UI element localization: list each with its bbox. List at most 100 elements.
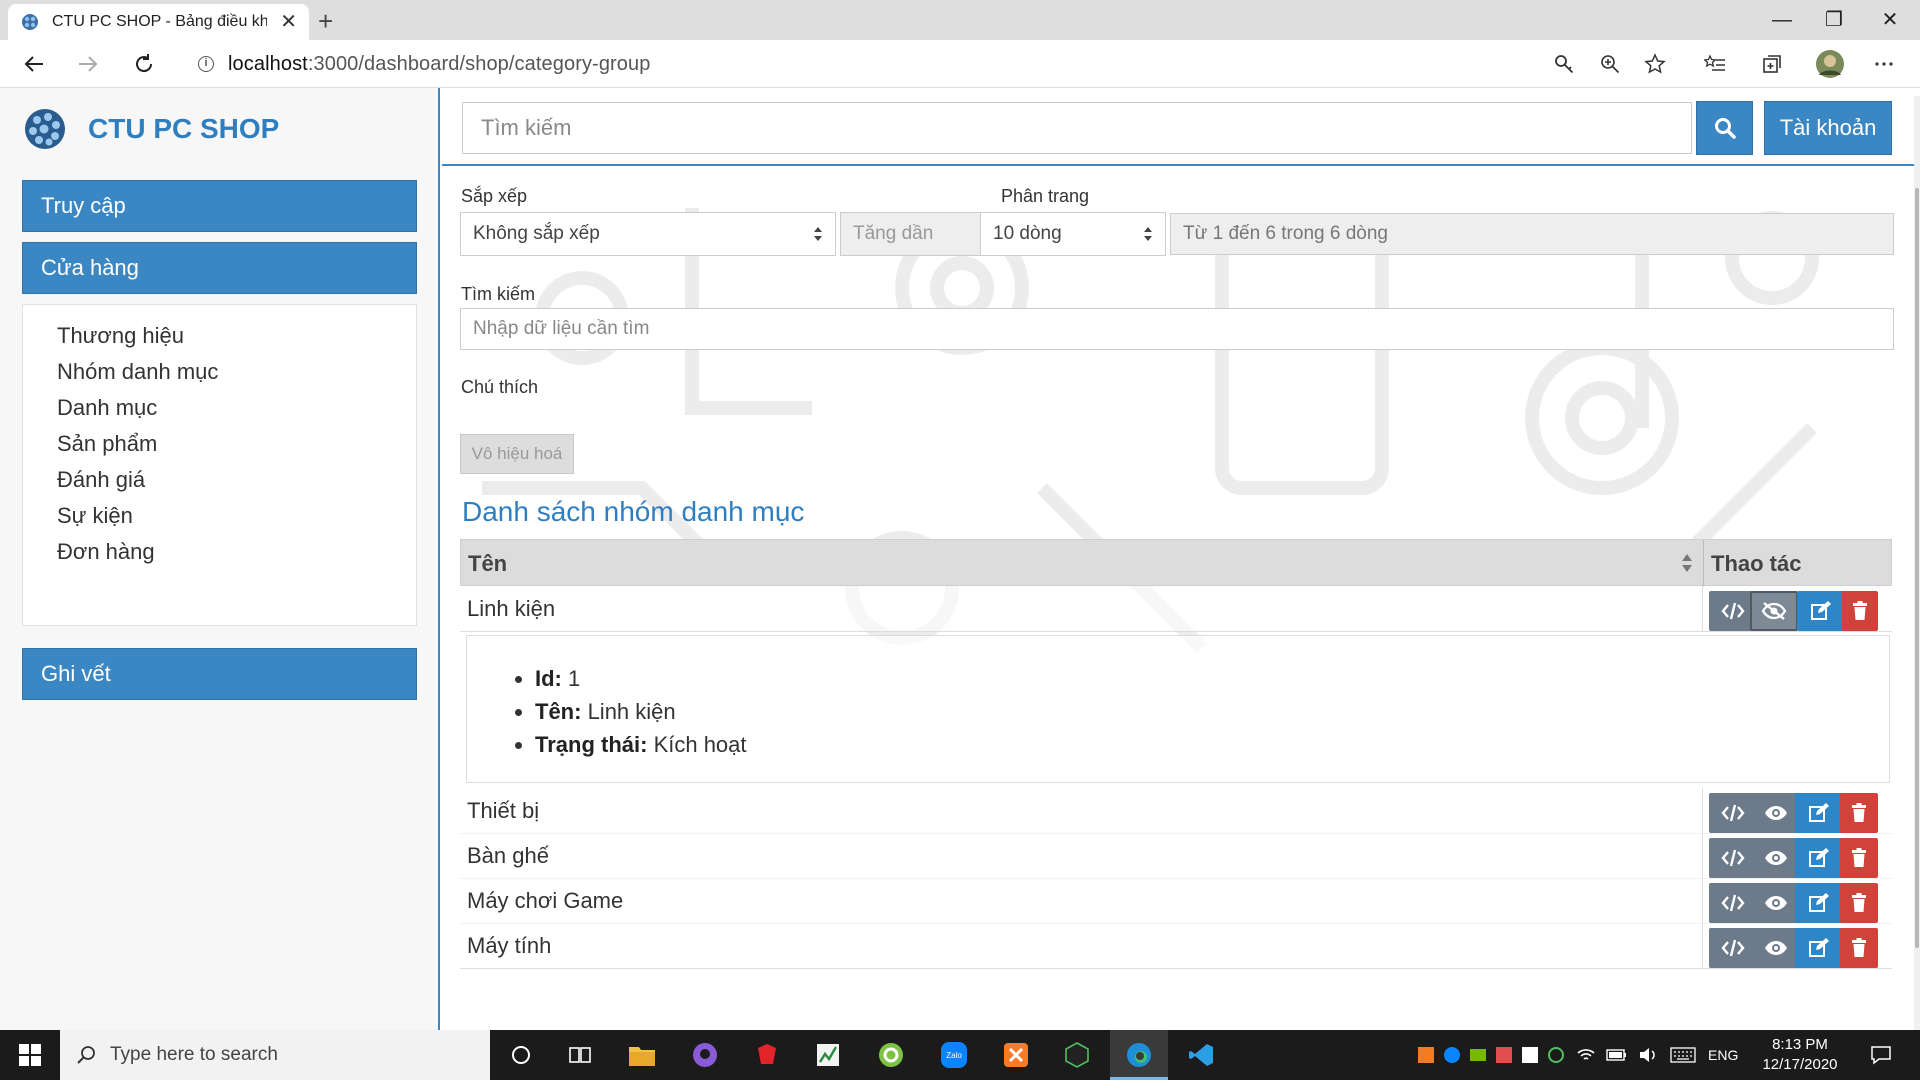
cortana-icon[interactable] <box>506 1040 536 1070</box>
sidebar-access-button[interactable]: Truy cập <box>22 180 417 232</box>
zoom-icon[interactable] <box>1598 52 1622 76</box>
delete-button[interactable] <box>1840 928 1878 968</box>
view-button[interactable] <box>1752 928 1800 968</box>
edit-icon <box>1811 601 1831 620</box>
trash-icon <box>1852 938 1866 957</box>
notification-icon[interactable] <box>1866 1040 1896 1070</box>
github-icon[interactable] <box>690 1040 720 1070</box>
browser-tab[interactable]: CTU PC SHOP - Bảng điều khiển ✕ <box>8 4 309 40</box>
edit-button[interactable] <box>1795 883 1843 923</box>
refresh-icon[interactable] <box>128 48 160 80</box>
volume-icon[interactable] <box>1638 1047 1658 1063</box>
view-button[interactable] <box>1752 883 1800 923</box>
delete-button[interactable] <box>1840 838 1878 878</box>
task-view-icon[interactable] <box>565 1040 595 1070</box>
table-row[interactable]: Thiết bị <box>460 788 1892 834</box>
delete-button[interactable] <box>1840 883 1878 923</box>
collections-icon[interactable] <box>1760 52 1784 76</box>
sidebar-log-button[interactable]: Ghi vết <box>22 648 417 700</box>
edit-button[interactable] <box>1795 928 1843 968</box>
vscode-icon[interactable] <box>1186 1040 1216 1070</box>
site-info-icon[interactable]: i <box>198 56 214 72</box>
close-window-icon[interactable]: ✕ <box>1870 6 1910 34</box>
sort-select[interactable]: Không sắp xếp <box>460 212 836 256</box>
view-button[interactable] <box>1752 838 1800 878</box>
profile-avatar[interactable] <box>1815 49 1845 79</box>
windows-taskbar: Type here to search Zalo ENG 8:13 PM 12/… <box>0 1030 1920 1080</box>
sidebar-item-event[interactable]: Sự kiện <box>57 503 133 529</box>
close-tab-icon[interactable]: ✕ <box>280 12 297 32</box>
sort-icon[interactable] <box>1681 552 1693 574</box>
code-button[interactable] <box>1709 928 1757 968</box>
hide-button[interactable] <box>1750 591 1798 631</box>
taskbar-search[interactable]: Type here to search <box>60 1030 490 1080</box>
global-search-button[interactable] <box>1696 101 1753 155</box>
favorites-list-icon[interactable] <box>1703 52 1727 76</box>
table-row[interactable]: Bàn ghế <box>460 833 1892 879</box>
sidebar-item-product[interactable]: Sản phẩm <box>57 431 157 457</box>
code-button[interactable] <box>1709 793 1757 833</box>
paging-select[interactable]: 10 dòng <box>980 212 1166 256</box>
brand[interactable]: CTU PC SHOP <box>22 106 279 152</box>
sidebar-item-brand[interactable]: Thương hiệu <box>57 323 184 349</box>
edge-icon[interactable] <box>1124 1040 1154 1070</box>
taskbar-clock[interactable]: 8:13 PM 12/17/2020 <box>1760 1035 1840 1075</box>
sidebar-item-review[interactable]: Đánh giá <box>57 467 145 493</box>
minimize-icon[interactable]: — <box>1762 6 1802 34</box>
zalo-icon[interactable]: Zalo <box>939 1040 969 1070</box>
more-options-icon[interactable] <box>1872 52 1896 76</box>
delete-button[interactable] <box>1842 591 1878 631</box>
view-button[interactable] <box>1752 793 1800 833</box>
zalo-tray-icon[interactable] <box>1444 1047 1460 1063</box>
table-row[interactable]: Máy chơi Game <box>460 878 1892 924</box>
row-name: Bàn ghế <box>467 843 549 868</box>
new-tab-button[interactable]: + <box>318 6 333 37</box>
ccleaner-icon[interactable] <box>876 1040 906 1070</box>
search-field[interactable]: Nhập dữ liệu cần tìm <box>460 308 1894 350</box>
favorite-star-icon[interactable] <box>1643 52 1667 76</box>
row-name: Thiết bị <box>467 798 540 823</box>
code-button[interactable] <box>1709 838 1757 878</box>
key-icon[interactable] <box>1552 52 1576 76</box>
global-search-input[interactable]: Tìm kiếm <box>462 102 1692 154</box>
garena-icon[interactable] <box>752 1040 782 1070</box>
site-favicon-icon <box>22 14 38 30</box>
xampp-tray-icon[interactable] <box>1418 1047 1434 1063</box>
language-indicator[interactable]: ENG <box>1708 1047 1738 1063</box>
sidebar-item-category[interactable]: Danh mục <box>57 395 157 421</box>
scrollbar-thumb[interactable] <box>1915 188 1919 948</box>
edit-button[interactable] <box>1797 591 1845 631</box>
sidebar-item-order[interactable]: Đơn hàng <box>57 539 155 565</box>
edit-icon <box>1809 893 1829 912</box>
forward-icon[interactable] <box>72 48 104 80</box>
edit-button[interactable] <box>1795 838 1843 878</box>
delete-button[interactable] <box>1840 793 1878 833</box>
address-bar[interactable]: i localhost:3000/dashboard/shop/category… <box>180 46 1488 82</box>
nvidia-tray-icon[interactable] <box>1470 1049 1486 1061</box>
file-explorer-icon[interactable] <box>627 1040 657 1070</box>
sidebar-shop-button[interactable]: Cửa hàng <box>22 242 417 294</box>
nox-icon[interactable] <box>1062 1040 1092 1070</box>
back-icon[interactable] <box>18 48 50 80</box>
trash-icon <box>1853 601 1867 620</box>
nox-tray-icon[interactable] <box>1548 1047 1564 1063</box>
table-row[interactable]: Máy tính <box>460 923 1892 969</box>
account-button[interactable]: Tài khoản <box>1764 101 1892 155</box>
keyboard-icon[interactable] <box>1670 1047 1696 1063</box>
sidebar-item-category-group[interactable]: Nhóm danh mục <box>57 359 218 385</box>
column-name-header[interactable]: Tên <box>468 551 507 577</box>
wifi-icon[interactable] <box>1576 1047 1596 1063</box>
v-tray-icon[interactable] <box>1496 1047 1512 1063</box>
chart-app-icon[interactable] <box>813 1040 843 1070</box>
shield-tray-icon[interactable] <box>1522 1047 1538 1063</box>
detail-status: Trạng thái: Kích hoạt <box>535 732 747 758</box>
battery-icon[interactable] <box>1606 1048 1628 1062</box>
start-button[interactable] <box>0 1030 60 1080</box>
order-select-value: Tăng dần <box>853 223 934 244</box>
maximize-icon[interactable]: ❐ <box>1814 6 1854 34</box>
code-button[interactable] <box>1709 883 1757 923</box>
edit-button[interactable] <box>1795 793 1843 833</box>
page-scrollbar[interactable] <box>1914 96 1920 1030</box>
xampp-icon[interactable] <box>1001 1040 1031 1070</box>
table-row[interactable]: Linh kiện <box>460 586 1892 632</box>
